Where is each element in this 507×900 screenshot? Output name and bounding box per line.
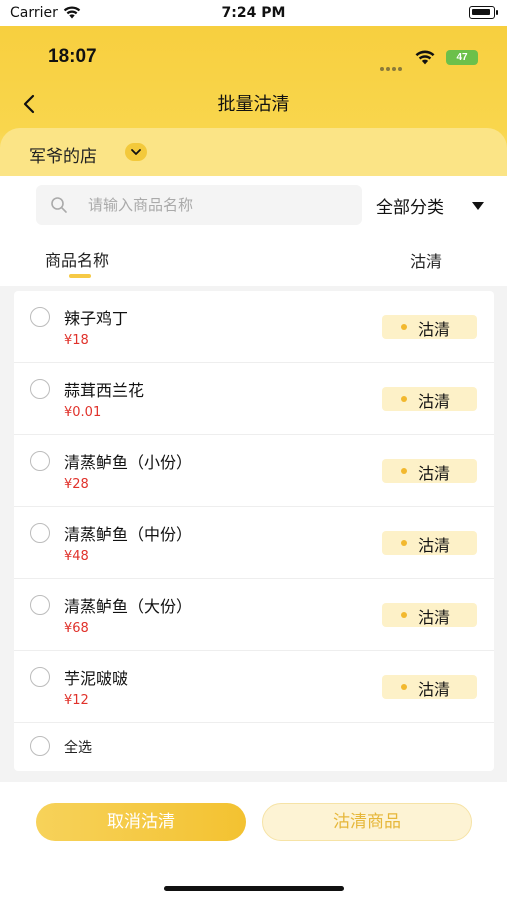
item-price: ¥18	[64, 333, 89, 348]
column-header-name[interactable]: 商品名称	[45, 247, 109, 271]
system-time: 7:24 PM	[221, 5, 286, 21]
item-radio[interactable]	[30, 307, 50, 327]
list-item[interactable]: 芋泥啵啵 ¥12 沽清	[14, 651, 494, 723]
page-title: 批量沽清	[217, 94, 290, 115]
item-price: ¥28	[64, 477, 89, 492]
item-price: ¥0.01	[64, 405, 102, 420]
clear-item-button[interactable]: 沽清	[382, 603, 477, 627]
clear-item-label: 沽清	[418, 392, 451, 411]
clear-item-label: 沽清	[418, 464, 451, 483]
list-item[interactable]: 清蒸鲈鱼（大份） ¥68 沽清	[14, 579, 494, 651]
item-radio[interactable]	[30, 379, 50, 399]
cancel-clear-button[interactable]: 取消沽清	[36, 803, 246, 841]
column-header-clear: 沽清	[410, 252, 443, 271]
clear-item-button[interactable]: 沽清	[382, 675, 477, 699]
item-radio[interactable]	[30, 667, 50, 687]
search-area: 全部分类 商品名称 沽清	[0, 176, 507, 286]
item-radio[interactable]	[30, 523, 50, 543]
product-list: 辣子鸡丁 ¥18 沽清 蒜茸西兰花 ¥0.01 沽清 清蒸鲈鱼（小份） ¥28 …	[14, 291, 494, 771]
dot-icon	[401, 612, 407, 618]
store-name[interactable]: 军爷的店	[29, 142, 97, 167]
item-price: ¥48	[64, 549, 89, 564]
category-dropdown[interactable]: 全部分类	[376, 193, 444, 218]
battery-level: 47	[446, 50, 478, 65]
caret-down-icon[interactable]	[472, 202, 484, 210]
wifi-icon	[415, 50, 435, 65]
clear-item-label: 沽清	[418, 536, 451, 555]
dot-icon	[401, 324, 407, 330]
home-indicator[interactable]	[164, 886, 344, 891]
search-input[interactable]	[88, 185, 348, 225]
select-all-label[interactable]: 全选	[64, 737, 92, 757]
item-price: ¥12	[64, 693, 89, 708]
device-time: 18:07	[48, 46, 97, 67]
clear-item-button[interactable]: 沽清	[382, 531, 477, 555]
footer-actions: 取消沽清 沽清商品	[0, 782, 507, 900]
search-box[interactable]	[36, 185, 362, 225]
item-name: 蒜茸西兰花	[64, 381, 145, 400]
clear-item-button[interactable]: 沽清	[382, 387, 477, 411]
dot-icon	[401, 540, 407, 546]
chevron-down-icon[interactable]	[125, 143, 147, 161]
list-item[interactable]: 辣子鸡丁 ¥18 沽清	[14, 291, 494, 363]
clear-item-button[interactable]: 沽清	[382, 459, 477, 483]
select-all-radio[interactable]	[30, 736, 50, 756]
dot-icon	[401, 684, 407, 690]
item-name: 清蒸鲈鱼（大份）	[64, 597, 193, 616]
item-name: 辣子鸡丁	[64, 309, 129, 328]
battery-icon	[469, 6, 498, 19]
clear-item-button[interactable]: 沽清	[382, 315, 477, 339]
item-name: 芋泥啵啵	[64, 669, 129, 688]
item-radio[interactable]	[30, 451, 50, 471]
signal-dots-icon	[380, 56, 406, 71]
list-item[interactable]: 蒜茸西兰花 ¥0.01 沽清	[14, 363, 494, 435]
item-name: 清蒸鲈鱼（小份）	[64, 453, 193, 472]
active-tab-indicator	[69, 274, 91, 278]
store-selector[interactable]: 军爷的店	[0, 128, 507, 176]
clear-item-label: 沽清	[418, 608, 451, 627]
item-name: 清蒸鲈鱼（中份）	[64, 525, 193, 544]
clear-item-label: 沽清	[418, 680, 451, 699]
clear-products-button[interactable]: 沽清商品	[262, 803, 472, 841]
select-all-row[interactable]: 全选	[14, 723, 494, 771]
item-price: ¥68	[64, 621, 89, 636]
item-radio[interactable]	[30, 595, 50, 615]
dot-icon	[401, 468, 407, 474]
system-status-bar: Carrier 7:24 PM	[0, 0, 507, 26]
list-item[interactable]: 清蒸鲈鱼（小份） ¥28 沽清	[14, 435, 494, 507]
dot-icon	[401, 396, 407, 402]
list-item[interactable]: 清蒸鲈鱼（中份） ¥48 沽清	[14, 507, 494, 579]
search-icon	[51, 197, 67, 213]
clear-item-label: 沽清	[418, 320, 451, 339]
